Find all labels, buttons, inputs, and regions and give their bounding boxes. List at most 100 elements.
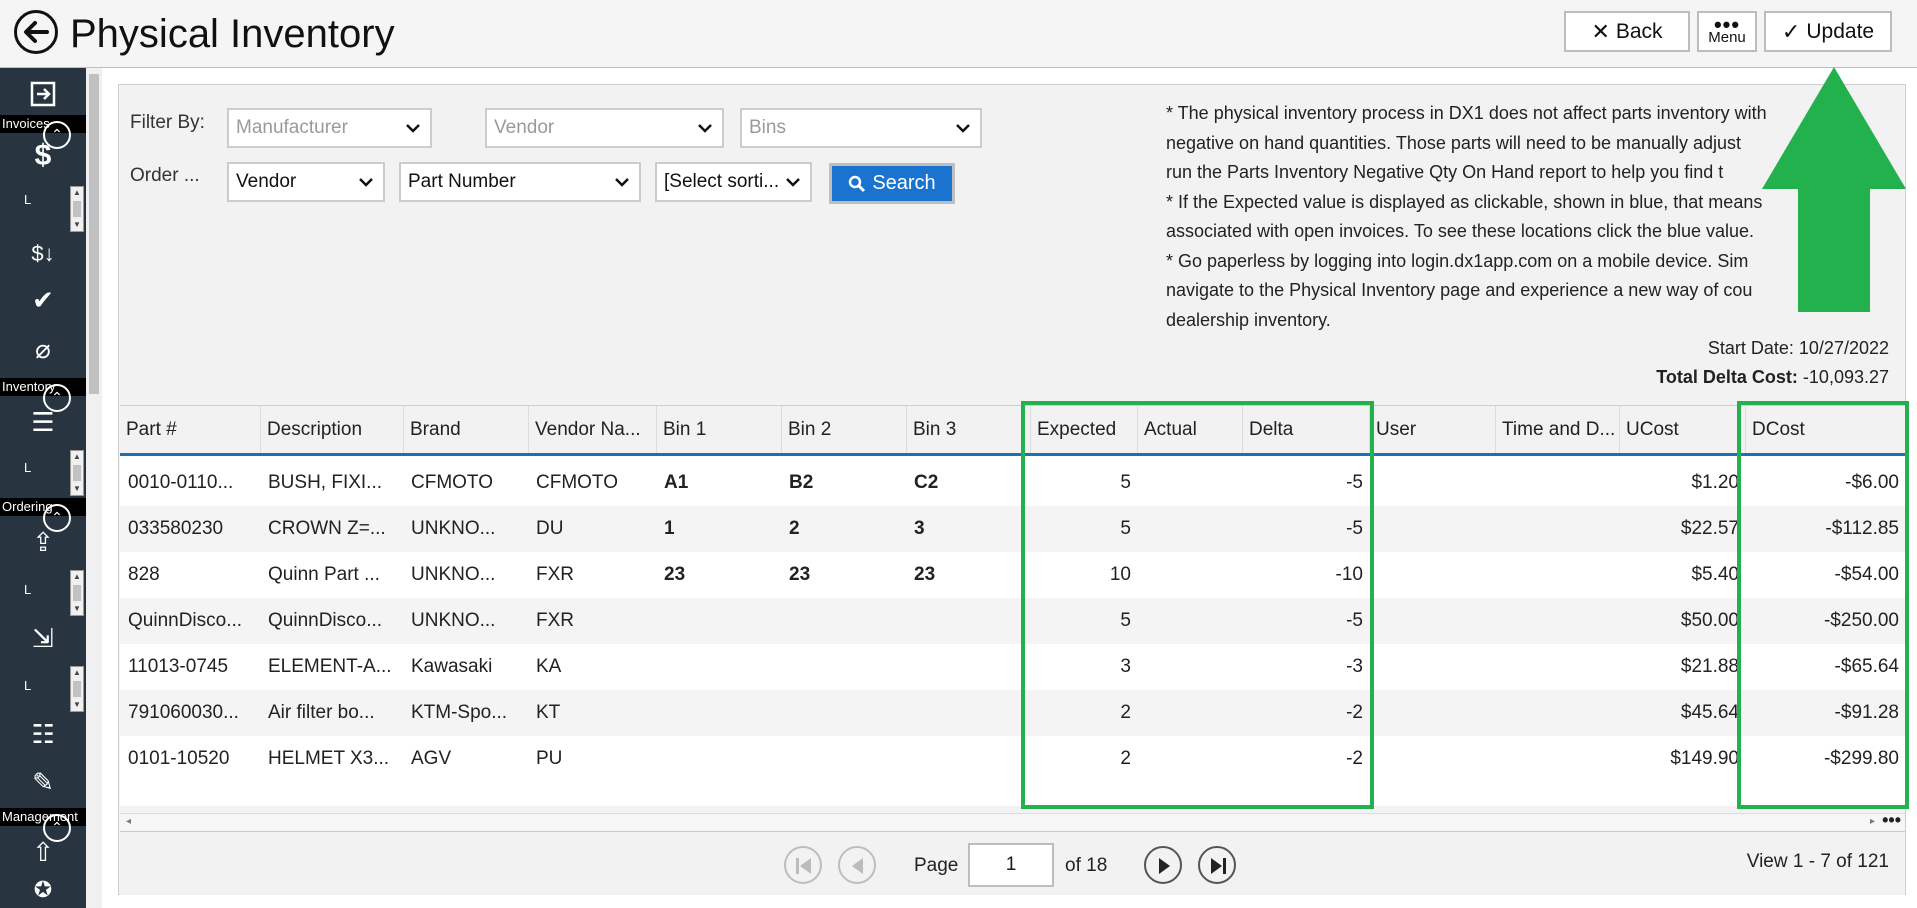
- table-row[interactable]: 0010-0110... BUSH, FIXI... CFMOTO CFMOTO A1 B…: [120, 460, 1905, 506]
- page-total-label: of 18: [1065, 855, 1108, 876]
- manufacturer-select-value: Manufacturer: [236, 117, 348, 138]
- column-header-bin-3[interactable]: Bin 3: [906, 406, 1030, 453]
- cell-bin-3: [906, 736, 1030, 782]
- chevron-down-icon: [956, 124, 970, 133]
- table-row[interactable]: QuinnDisco... QuinnDisco... UNKNO... FXR 5 -5…: [120, 598, 1905, 644]
- void-icon[interactable]: ⌀: [29, 335, 57, 363]
- sidebar-l-marker: L: [24, 192, 32, 207]
- receive-scrollbar[interactable]: ▲ ▼: [70, 666, 84, 712]
- cell-brand: Kawasaki: [411, 656, 493, 677]
- cell-bin-1: [656, 644, 781, 690]
- main-scrollbar-thumb[interactable]: [89, 74, 99, 394]
- sign-out-icon[interactable]: [29, 80, 57, 108]
- receive-icon[interactable]: ⇲: [29, 624, 57, 652]
- cell-brand: AGV: [411, 748, 452, 769]
- chevron-down-icon: [359, 178, 373, 187]
- cell-description: ELEMENT-A...: [268, 656, 392, 677]
- previous-page-button[interactable]: [838, 846, 876, 884]
- inventory-scrollbar[interactable]: ▲ ▼: [70, 450, 84, 496]
- cell-description: Quinn Part ...: [268, 564, 380, 585]
- column-header-ucost[interactable]: UCost: [1619, 406, 1745, 453]
- menu-button[interactable]: ••• Menu: [1697, 11, 1757, 52]
- inventory-list-icon[interactable]: ☰: [29, 408, 57, 436]
- cell-time-and-date: [1495, 690, 1619, 736]
- scroll-left-icon[interactable]: ◂: [126, 814, 131, 830]
- cell-user: [1369, 506, 1495, 552]
- order-by-label: Order ...: [130, 165, 200, 186]
- cell-time-and-date: [1495, 506, 1619, 552]
- invoice-dollar-icon[interactable]: $: [29, 141, 57, 171]
- cell-brand: UNKNO...: [411, 518, 496, 539]
- column-header-bin-1[interactable]: Bin 1: [656, 406, 781, 453]
- chevron-down-icon: [786, 178, 800, 187]
- search-icon: [849, 175, 866, 192]
- order-share-icon[interactable]: ⇪: [29, 528, 57, 556]
- column-header-time-and-date[interactable]: Time and D...: [1495, 406, 1619, 453]
- last-page-button[interactable]: [1198, 846, 1236, 884]
- cell-brand: CFMOTO: [411, 472, 493, 493]
- vendor-filter-select[interactable]: Vendor: [485, 108, 724, 148]
- manufacturer-select[interactable]: Manufacturer: [227, 108, 432, 148]
- update-button[interactable]: ✓ Update: [1764, 11, 1892, 52]
- more-columns-icon[interactable]: •••: [1882, 810, 1901, 831]
- chevron-down-icon: [406, 124, 420, 133]
- table-row[interactable]: 828 Quinn Part ... UNKNO... FXR 23 23 23 10 -10 $…: [120, 552, 1905, 598]
- cell-user: [1369, 690, 1495, 736]
- cell-vendor-name: FXR: [536, 610, 574, 631]
- cell-bin-3: 3: [914, 518, 925, 539]
- column-header-brand[interactable]: Brand: [403, 406, 528, 453]
- close-icon: ✕: [1591, 18, 1610, 44]
- cell-part-number: QuinnDisco...: [128, 610, 243, 631]
- search-button[interactable]: Search: [829, 163, 955, 204]
- table-row[interactable]: 11013-0745 ELEMENT-A... Kawasaki KA 3 -3 $21.8…: [120, 644, 1905, 690]
- order-by-select-1[interactable]: Vendor: [227, 162, 385, 202]
- table-row[interactable]: 791060030... Air filter bo... KTM-Spo... KT…: [120, 690, 1905, 736]
- upload-icon[interactable]: ⇧: [29, 838, 57, 866]
- update-button-label: Update: [1806, 19, 1875, 43]
- cell-time-and-date: [1495, 736, 1619, 782]
- cell-bin-1: [656, 598, 781, 644]
- start-date: Start Date: 10/27/2022: [1708, 338, 1889, 359]
- column-header-description[interactable]: Description: [260, 406, 403, 453]
- bins-select[interactable]: Bins: [740, 108, 982, 148]
- order-by-select-2[interactable]: Part Number: [399, 162, 641, 202]
- scroll-right-icon[interactable]: ▸: [1870, 814, 1875, 830]
- column-header-vendor-name[interactable]: Vendor Na...: [528, 406, 656, 453]
- page-number-input[interactable]: 1: [968, 843, 1054, 887]
- ordering-scrollbar[interactable]: ▲ ▼: [70, 570, 84, 616]
- cell-brand: KTM-Spo...: [411, 702, 508, 723]
- cell-ucost: $22.57: [1680, 518, 1739, 539]
- first-page-button[interactable]: [784, 846, 822, 884]
- settings-icon[interactable]: ✪: [29, 876, 57, 904]
- next-page-icon: [1159, 858, 1170, 874]
- table-row[interactable]: 033580230 CROWN Z=... UNKNO... DU 1 2 3 5 -5 $22.…: [120, 506, 1905, 552]
- tag-icon[interactable]: ✎: [29, 768, 57, 796]
- cell-time-and-date: [1495, 644, 1619, 690]
- column-header-part-number[interactable]: Part #: [120, 406, 260, 453]
- checklist-icon[interactable]: ☷: [29, 720, 57, 748]
- cell-description: HELMET X3...: [268, 748, 390, 769]
- check-icon[interactable]: ✔: [29, 286, 57, 314]
- back-button-label: Back: [1615, 19, 1663, 43]
- order-by-select-3[interactable]: [Select sorti...: [655, 162, 812, 202]
- grid-header: Part # Description Brand Vendor Na... Bin 1B…: [120, 406, 1905, 456]
- next-page-button[interactable]: [1144, 846, 1182, 884]
- cell-vendor-name: DU: [536, 518, 564, 539]
- cell-bin-3: [906, 644, 1030, 690]
- cell-vendor-name: FXR: [536, 564, 574, 585]
- cell-bin-1: 23: [664, 564, 686, 585]
- first-page-icon: [796, 858, 811, 874]
- back-arrow-icon[interactable]: [14, 10, 58, 54]
- invoices-scrollbar[interactable]: ▲ ▼: [70, 186, 84, 232]
- main-scrollbar[interactable]: [86, 68, 102, 908]
- grid-horizontal-scrollbar[interactable]: ◂ ▸ •••: [120, 810, 1905, 831]
- column-header-user[interactable]: User: [1369, 406, 1495, 453]
- back-button[interactable]: ✕ Back: [1564, 11, 1690, 52]
- vendor-filter-select-value: Vendor: [494, 117, 555, 138]
- payment-icon[interactable]: $↓: [29, 240, 57, 268]
- table-row[interactable]: 0101-10520 HELMET X3... AGV PU 2 -2 $149.90 -$2…: [120, 736, 1905, 782]
- cell-part-number: 791060030...: [128, 702, 239, 723]
- total-delta-cost: Total Delta Cost: -10,093.27: [1656, 367, 1889, 388]
- column-header-bin-2[interactable]: Bin 2: [781, 406, 906, 453]
- sidebar-l-marker: L: [24, 678, 32, 693]
